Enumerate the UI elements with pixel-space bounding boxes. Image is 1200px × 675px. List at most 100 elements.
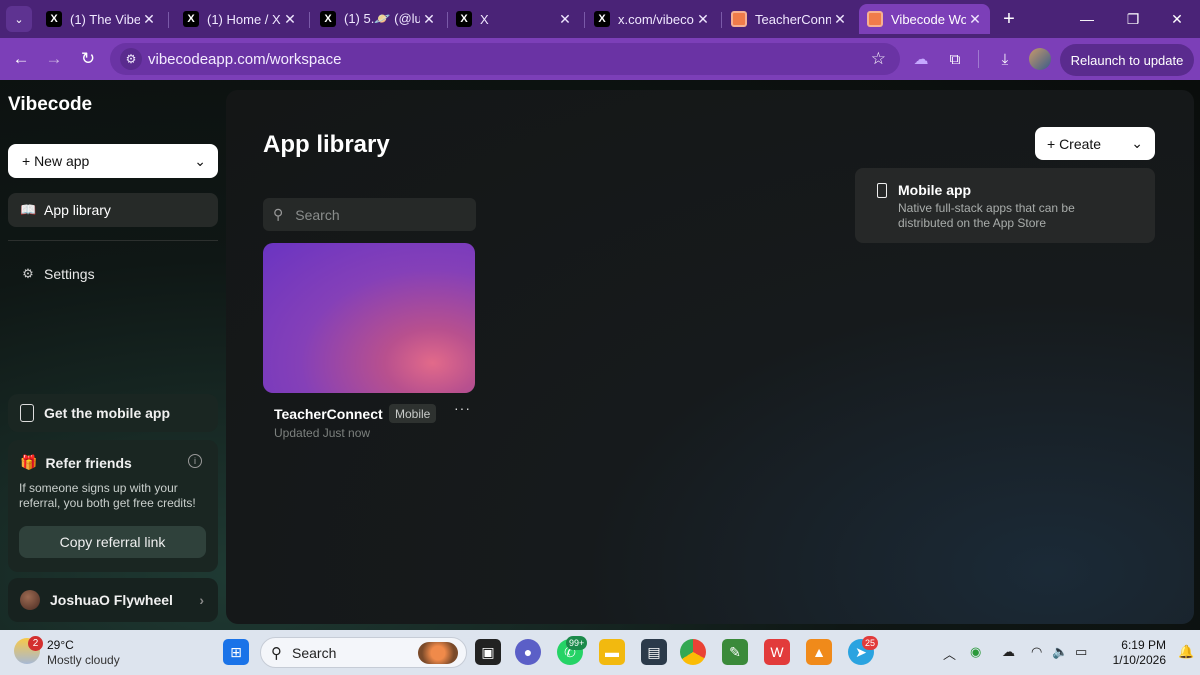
plus-icon: +	[1003, 7, 1015, 30]
teams-icon[interactable]: ●	[515, 639, 541, 665]
tab-2[interactable]: X (1) Home / X ✕	[175, 4, 305, 34]
close-icon[interactable]: ✕	[420, 11, 438, 28]
arrow-right-icon: →	[45, 49, 63, 68]
extension-icon[interactable]: ☁	[910, 48, 932, 70]
minimize-icon: —	[1080, 11, 1094, 27]
close-icon[interactable]: ✕	[831, 11, 849, 28]
temperature[interactable]: 29°C	[47, 638, 74, 652]
clock[interactable]: 6:19 PM 1/10/2026	[1100, 638, 1166, 668]
gear-icon: ⚙	[22, 266, 34, 281]
sidebar-divider	[8, 240, 218, 241]
close-icon[interactable]: ✕	[140, 11, 158, 28]
weather-badge: 2	[28, 636, 43, 651]
windows-start-icon[interactable]: ⊞	[223, 639, 249, 665]
tab-search-button[interactable]: ⌄	[6, 6, 32, 32]
create-dropdown-menu: Mobile app Native full-stack apps that c…	[855, 168, 1155, 243]
close-icon[interactable]: ✕	[556, 11, 574, 28]
wifi-icon[interactable]: ◠	[1031, 644, 1042, 660]
menu-item-mobile-app[interactable]: Mobile app Native full-stack apps that c…	[855, 168, 1155, 243]
tab-6[interactable]: TeacherConne ✕	[723, 4, 855, 34]
new-app-button[interactable]: + New app ⌄	[8, 144, 218, 178]
site-info-icon[interactable]: ⚙	[120, 48, 142, 70]
book-icon: 📖	[20, 202, 37, 217]
tray-app-icon[interactable]: ◉	[970, 644, 981, 660]
relaunch-to-update-button[interactable]: Relaunch to update	[1060, 44, 1194, 76]
vlc-icon[interactable]: ▲	[806, 639, 832, 665]
search-box: ⚲	[263, 198, 476, 231]
copy-referral-link-button[interactable]: Copy referral link	[19, 526, 206, 558]
tab-1[interactable]: X (1) The Vibeco ✕	[38, 4, 164, 34]
chrome-icon[interactable]	[680, 639, 706, 665]
tab-5[interactable]: X x.com/vibecoc ✕	[586, 4, 718, 34]
tab-separator	[584, 12, 585, 28]
battery-icon[interactable]: ▭	[1075, 644, 1087, 660]
windows-taskbar: 2 29°C Mostly cloudy ⊞ ⚲ Search ▣ ● ✆ 99…	[0, 630, 1200, 675]
terminal-icon[interactable]: ▤	[641, 639, 667, 665]
extensions-puzzle-icon[interactable]: ⧉	[944, 48, 966, 70]
tab-separator	[168, 12, 169, 28]
sidebar-item-app-library[interactable]: 📖 App library	[8, 193, 218, 227]
close-window-button[interactable]: ✕	[1154, 0, 1200, 38]
profile-avatar[interactable]	[1029, 48, 1051, 70]
gift-icon: 🎁	[20, 454, 38, 470]
app-card-thumbnail[interactable]	[263, 243, 475, 393]
browser-toolbar: ← → ↻ ⚙ vibecodeapp.com/workspace ☆ ☁ ⧉ …	[0, 38, 1200, 80]
close-icon[interactable]: ✕	[966, 11, 984, 28]
get-mobile-app-button[interactable]: Get the mobile app	[8, 394, 218, 432]
vibecode-icon	[867, 11, 883, 27]
tab-4[interactable]: X X ✕	[448, 4, 580, 34]
reload-icon: ↻	[80, 49, 96, 68]
avatar	[20, 590, 40, 610]
refer-header: 🎁 Refer friends	[20, 454, 132, 471]
brand-logo: Vibecode	[8, 94, 93, 115]
forward-button[interactable]: →	[41, 46, 67, 72]
restore-icon: ❐	[1126, 10, 1140, 27]
app-type-badge: Mobile	[389, 404, 437, 423]
reload-button[interactable]: ↻	[75, 46, 101, 72]
tab-3[interactable]: X (1) 5.🪐 (@luv ✕	[312, 4, 444, 34]
x-icon: X	[320, 11, 336, 27]
more-options-icon[interactable]: ···	[454, 400, 471, 416]
new-tab-button[interactable]: +	[996, 6, 1022, 32]
minimize-button[interactable]: —	[1064, 0, 1110, 38]
wps-office-icon[interactable]: W	[764, 639, 790, 665]
address-bar[interactable]: ⚙ vibecodeapp.com/workspace ☆	[110, 43, 900, 75]
browser-tabbar: ⌄ X (1) The Vibeco ✕ X (1) Home / X ✕ X …	[0, 0, 1200, 38]
main-panel: App library + Create ⌄ Mobile app Native…	[226, 90, 1194, 624]
vibecode-icon	[731, 11, 747, 27]
x-icon: X	[46, 11, 62, 27]
notification-bell-icon[interactable]: 🔔	[1178, 644, 1194, 660]
x-icon: X	[183, 11, 199, 27]
task-view-icon[interactable]: ▣	[475, 639, 501, 665]
close-icon[interactable]: ✕	[281, 11, 299, 28]
create-button[interactable]: + Create ⌄	[1035, 127, 1155, 160]
x-icon: X	[594, 11, 610, 27]
bookmark-star-icon[interactable]: ☆	[871, 49, 886, 69]
sidebar: Vibecode + New app ⌄ 📖 App library ⚙ Set…	[0, 80, 226, 630]
file-explorer-icon[interactable]: ▬	[599, 639, 625, 665]
search-input[interactable]	[295, 206, 456, 223]
app-card-name[interactable]: TeacherConnect	[274, 406, 383, 422]
chevron-down-icon: ⌄	[14, 13, 24, 26]
tab-7-active[interactable]: Vibecode Wor ✕	[859, 4, 990, 34]
back-button[interactable]: ←	[8, 46, 34, 72]
tab-separator	[721, 12, 722, 28]
notepad-icon[interactable]: ✎	[722, 639, 748, 665]
info-icon[interactable]: i	[188, 454, 202, 468]
refer-friends-card: 🎁 Refer friends i If someone signs up wi…	[8, 440, 218, 572]
show-hidden-icons-icon[interactable]: ︿	[943, 644, 956, 663]
toolbar-divider	[978, 50, 979, 68]
clock-time: 6:19 PM	[1121, 638, 1166, 652]
download-icon[interactable]: ⤓	[994, 48, 1016, 70]
restore-button[interactable]: ❐	[1110, 0, 1156, 38]
sidebar-item-settings[interactable]: ⚙ Settings	[8, 257, 218, 291]
volume-icon[interactable]: 🔈	[1052, 644, 1068, 660]
onedrive-icon[interactable]: ☁	[1002, 644, 1015, 660]
taskbar-search[interactable]: ⚲ Search	[260, 637, 467, 668]
close-icon[interactable]: ✕	[694, 11, 712, 28]
search-icon: ⚲	[271, 644, 282, 662]
chevron-down-icon: ⌄	[194, 152, 206, 169]
tab-separator	[309, 12, 310, 28]
telegram-badge: 25	[862, 636, 879, 650]
user-menu[interactable]: JoshuaO Flywheel ›	[8, 578, 218, 622]
